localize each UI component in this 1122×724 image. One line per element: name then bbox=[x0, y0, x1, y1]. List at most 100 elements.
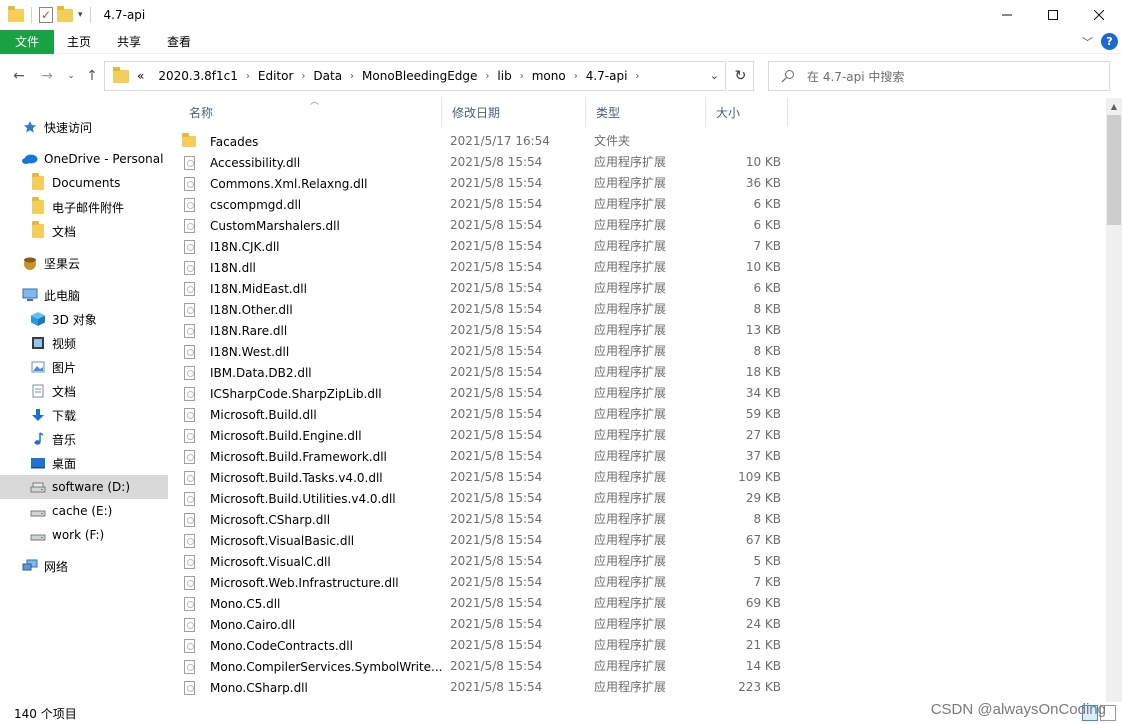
table-row[interactable]: ICSharpCode.SharpZipLib.dll 2021/5/8 15:5… bbox=[181, 383, 791, 404]
breadcrumb-item-current[interactable]: 4.7-api bbox=[586, 69, 628, 83]
file-name-cell[interactable]: Mono.CompilerServices.SymbolWrite... bbox=[181, 656, 443, 677]
file-name-cell[interactable]: IBM.Data.DB2.dll bbox=[181, 362, 312, 383]
address-history-dropdown-icon[interactable]: ⌄ bbox=[710, 69, 719, 82]
breadcrumb-item[interactable]: MonoBleedingEdge bbox=[362, 69, 477, 83]
table-row[interactable]: Microsoft.Build.dll 2021/5/8 15:54 应用程序扩展 5… bbox=[181, 404, 791, 425]
file-name-cell[interactable]: Commons.Xml.Relaxng.dll bbox=[181, 173, 367, 194]
table-row[interactable]: Microsoft.Build.Tasks.v4.0.dll 2021/5/8 1… bbox=[181, 467, 791, 488]
column-header-date[interactable]: 修改日期 bbox=[442, 98, 586, 126]
table-row[interactable]: I18N.West.dll 2021/5/8 15:54 应用程序扩展 8 KB bbox=[181, 341, 791, 362]
file-name-cell[interactable]: ICSharpCode.SharpZipLib.dll bbox=[181, 383, 382, 404]
column-header-name[interactable]: 名称 bbox=[179, 98, 442, 126]
sidebar-item-desktop[interactable]: 桌面 bbox=[0, 451, 168, 475]
address-bar[interactable]: « 2020.3.8f1c1 › Editor › Data › MonoBle… bbox=[104, 61, 726, 91]
new-folder-icon[interactable] bbox=[57, 5, 73, 22]
table-row[interactable]: I18N.CJK.dll 2021/5/8 15:54 应用程序扩展 7 KB bbox=[181, 236, 791, 257]
forward-arrow-icon[interactable]: → bbox=[38, 67, 56, 85]
file-name-cell[interactable]: I18N.Rare.dll bbox=[181, 320, 287, 341]
file-name-cell[interactable]: Mono.Cairo.dll bbox=[181, 614, 295, 635]
file-name-cell[interactable]: Microsoft.VisualBasic.dll bbox=[181, 530, 354, 551]
vertical-scrollbar[interactable]: ▲ bbox=[1106, 98, 1122, 702]
breadcrumb-overflow[interactable]: « bbox=[137, 69, 144, 83]
file-name-cell[interactable]: I18N.Other.dll bbox=[181, 299, 293, 320]
sidebar-item-email-attachments[interactable]: 电子邮件附件 bbox=[0, 195, 168, 219]
breadcrumb-item[interactable]: lib bbox=[497, 69, 511, 83]
sidebar-item-this-pc[interactable]: 此电脑 bbox=[0, 283, 168, 307]
sidebar-item-documents[interactable]: Documents bbox=[0, 171, 168, 195]
tab-home[interactable]: 主页 bbox=[54, 30, 104, 54]
scroll-up-icon[interactable]: ▲ bbox=[1106, 98, 1122, 115]
file-name-cell[interactable]: I18N.West.dll bbox=[181, 341, 289, 362]
file-name-cell[interactable]: Microsoft.Build.dll bbox=[181, 404, 317, 425]
file-name-cell[interactable]: CustomMarshalers.dll bbox=[181, 215, 340, 236]
sidebar-item-drive-e[interactable]: cache (E:) bbox=[0, 499, 168, 523]
recent-locations-chevron-icon[interactable]: ⌄ bbox=[62, 67, 80, 85]
customize-toolbar-dropdown[interactable]: ▾ bbox=[78, 10, 83, 20]
column-header-type[interactable]: 类型 bbox=[586, 98, 706, 126]
breadcrumb-item[interactable]: mono bbox=[532, 69, 566, 83]
table-row[interactable]: Microsoft.CSharp.dll 2021/5/8 15:54 应用程序扩展… bbox=[181, 509, 791, 530]
chevron-right-icon[interactable]: › bbox=[574, 71, 578, 82]
file-name-cell[interactable]: Microsoft.Build.Tasks.v4.0.dll bbox=[181, 467, 383, 488]
table-row[interactable]: Facades 2021/5/17 16:54 文件夹 bbox=[181, 131, 791, 152]
file-name-cell[interactable]: Microsoft.Build.Engine.dll bbox=[181, 425, 362, 446]
table-row[interactable]: Microsoft.Web.Infrastructure.dll 2021/5/8… bbox=[181, 572, 791, 593]
table-row[interactable]: Microsoft.Build.Utilities.v4.0.dll 2021/5… bbox=[181, 488, 791, 509]
table-row[interactable]: Mono.Cairo.dll 2021/5/8 15:54 应用程序扩展 24 KB bbox=[181, 614, 791, 635]
breadcrumb-item[interactable]: 2020.3.8f1c1 bbox=[158, 69, 238, 83]
file-name-cell[interactable]: Facades bbox=[181, 131, 258, 152]
sidebar-item-drive-d[interactable]: software (D:) bbox=[0, 475, 168, 499]
table-row[interactable]: Mono.C5.dll 2021/5/8 15:54 应用程序扩展 69 KB bbox=[181, 593, 791, 614]
table-row[interactable]: cscompmgd.dll 2021/5/8 15:54 应用程序扩展 6 KB bbox=[181, 194, 791, 215]
table-row[interactable]: Microsoft.VisualC.dll 2021/5/8 15:54 应用程序扩… bbox=[181, 551, 791, 572]
minimize-button[interactable] bbox=[984, 0, 1030, 30]
table-row[interactable]: Mono.CodeContracts.dll 2021/5/8 15:54 应用程序… bbox=[181, 635, 791, 656]
breadcrumb-item[interactable]: Editor bbox=[258, 69, 294, 83]
file-name-cell[interactable]: Microsoft.Build.Framework.dll bbox=[181, 446, 387, 467]
sidebar-item-3d-objects[interactable]: 3D 对象 bbox=[0, 307, 168, 331]
file-name-cell[interactable]: cscompmgd.dll bbox=[181, 194, 301, 215]
properties-icon[interactable]: ✓ bbox=[39, 7, 53, 23]
table-row[interactable]: Accessibility.dll 2021/5/8 15:54 应用程序扩展 10 … bbox=[181, 152, 791, 173]
maximize-button[interactable] bbox=[1030, 0, 1076, 30]
tab-view[interactable]: 查看 bbox=[154, 30, 204, 54]
table-row[interactable]: I18N.MidEast.dll 2021/5/8 15:54 应用程序扩展 6 KB bbox=[181, 278, 791, 299]
file-name-cell[interactable]: Mono.C5.dll bbox=[181, 593, 280, 614]
back-arrow-icon[interactable]: ← bbox=[10, 67, 28, 85]
sidebar-item-videos[interactable]: 视频 bbox=[0, 331, 168, 355]
tab-share[interactable]: 共享 bbox=[104, 30, 154, 54]
sidebar-item-drive-f[interactable]: work (F:) bbox=[0, 523, 168, 547]
sidebar-item-wendang[interactable]: 文档 bbox=[0, 219, 168, 243]
file-name-cell[interactable]: Microsoft.Web.Infrastructure.dll bbox=[181, 572, 399, 593]
table-row[interactable]: Commons.Xml.Relaxng.dll 2021/5/8 15:54 应用程… bbox=[181, 173, 791, 194]
table-row[interactable]: IBM.Data.DB2.dll 2021/5/8 15:54 应用程序扩展 18 K… bbox=[181, 362, 791, 383]
sidebar-item-downloads[interactable]: 下载 bbox=[0, 403, 168, 427]
sidebar-item-quick-access[interactable]: 快速访问 bbox=[0, 115, 168, 139]
file-name-cell[interactable]: Microsoft.CSharp.dll bbox=[181, 509, 330, 530]
file-name-cell[interactable]: Mono.CSharp.dll bbox=[181, 677, 308, 698]
close-button[interactable] bbox=[1076, 0, 1122, 30]
file-name-cell[interactable]: I18N.CJK.dll bbox=[181, 236, 280, 257]
file-name-cell[interactable]: Mono.CodeContracts.dll bbox=[181, 635, 353, 656]
sidebar-item-pictures[interactable]: 图片 bbox=[0, 355, 168, 379]
table-row[interactable]: I18N.Other.dll 2021/5/8 15:54 应用程序扩展 8 KB bbox=[181, 299, 791, 320]
search-input[interactable]: 在 4.7-api 中搜索 bbox=[768, 61, 1110, 91]
table-row[interactable]: Microsoft.Build.Framework.dll 2021/5/8 15… bbox=[181, 446, 791, 467]
refresh-button[interactable]: ↻ bbox=[728, 61, 754, 91]
file-name-cell[interactable]: Microsoft.Build.Utilities.v4.0.dll bbox=[181, 488, 396, 509]
table-row[interactable]: CustomMarshalers.dll 2021/5/8 15:54 应用程序扩展… bbox=[181, 215, 791, 236]
help-icon[interactable]: ? bbox=[1101, 33, 1118, 50]
sidebar-item-documents-lib[interactable]: 文档 bbox=[0, 379, 168, 403]
file-name-cell[interactable]: I18N.dll bbox=[181, 257, 256, 278]
chevron-right-icon[interactable]: › bbox=[520, 71, 524, 82]
table-row[interactable]: Microsoft.Build.Engine.dll 2021/5/8 15:54… bbox=[181, 425, 791, 446]
chevron-right-icon[interactable]: › bbox=[635, 71, 639, 82]
chevron-right-icon[interactable]: › bbox=[350, 71, 354, 82]
table-row[interactable]: Microsoft.VisualBasic.dll 2021/5/8 15:54 应… bbox=[181, 530, 791, 551]
tab-file[interactable]: 文件 bbox=[0, 29, 54, 54]
table-row[interactable]: Mono.CSharp.dll 2021/5/8 15:54 应用程序扩展 223 K… bbox=[181, 677, 791, 698]
breadcrumb-item[interactable]: Data bbox=[313, 69, 342, 83]
sidebar-item-nutstore[interactable]: 坚果云 bbox=[0, 251, 168, 275]
column-header-size[interactable]: 大小 bbox=[706, 98, 788, 126]
table-row[interactable]: I18N.Rare.dll 2021/5/8 15:54 应用程序扩展 13 KB bbox=[181, 320, 791, 341]
